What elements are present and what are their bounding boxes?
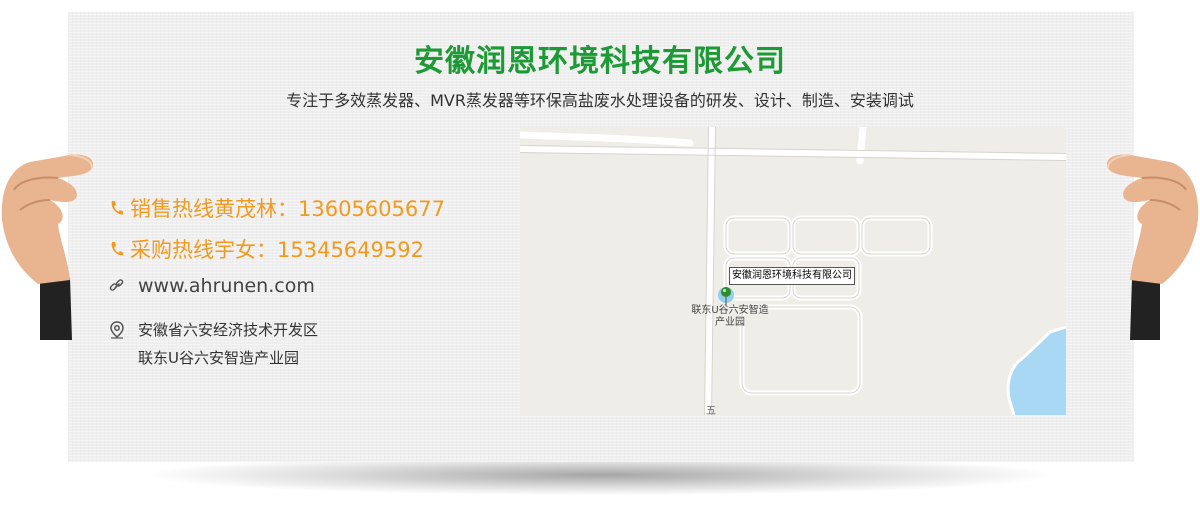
map-marker-label[interactable]: 安徽润恩环境科技有限公司 [729,267,855,285]
right-hand-image [1106,154,1199,340]
company-tagline: 专注于多效蒸发器、MVR蒸发器等环保高盐废水处理设备的研发、设计、制造、安装调试 [286,91,914,110]
company-name: 安徽润恩环境科技有限公司 [414,44,786,79]
sales-hotline-text: 销售热线黄茂林：13605605677 [130,197,445,221]
map-poi-name: 联东U谷六安智造产业园 [691,305,769,328]
map-marker-icon[interactable] [718,287,734,305]
phone-icon [108,199,130,217]
map-road-label: 五 [706,406,716,415]
purchase-hotline-text: 采购热线宇女：15345649592 [130,238,424,262]
location-pin-icon [108,316,138,340]
sales-hotline-row: 销售热线黄茂林：13605605677 [108,193,445,223]
location-map[interactable]: 安徽润恩环境科技有限公司 联东U谷六安智造产业园 五 [520,127,1066,415]
purchase-hotline-row: 采购热线宇女：15345649592 [108,234,424,264]
address-line-1: 安徽省六安经济技术开发区 [138,321,319,339]
website-row: www.ahrunen.com [108,275,315,297]
phone-icon [108,240,130,258]
link-icon [108,277,138,295]
left-hand-image [1,154,94,340]
address-line-2: 联东U谷六安智造产业园 [138,349,299,367]
website-link[interactable]: www.ahrunen.com [138,275,315,297]
address-block: 安徽省六安经济技术开发区 联东U谷六安智造产业园 [138,316,318,372]
address-row: 安徽省六安经济技术开发区 联东U谷六安智造产业园 [108,316,318,372]
